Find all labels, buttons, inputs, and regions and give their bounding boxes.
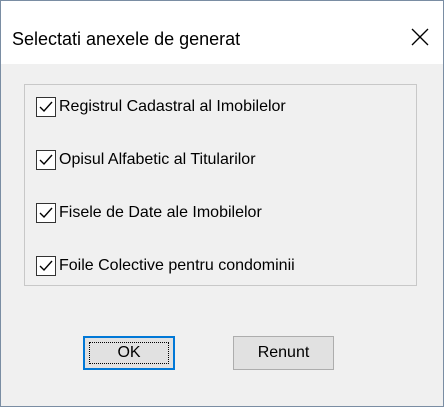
cancel-button[interactable]: Renunt [233, 336, 334, 370]
close-icon [411, 28, 429, 46]
ok-button-label: OK [117, 344, 141, 361]
checkbox-box[interactable] [36, 97, 56, 117]
checkmark-icon [39, 207, 53, 219]
checkbox-box[interactable] [36, 150, 56, 170]
checkmark-icon [39, 260, 53, 272]
ok-button[interactable]: OK [83, 336, 175, 370]
checkbox-box[interactable] [36, 203, 56, 223]
checkbox-foile-colective[interactable]: Foile Colective pentru condominii [36, 254, 295, 278]
checkbox-opisul-alfabetic[interactable]: Opisul Alfabetic al Titularilor [36, 148, 256, 172]
checkmark-icon [39, 101, 53, 113]
dialog-window: Selectati anexele de generat Registrul C… [0, 0, 444, 407]
checkbox-label[interactable]: Foile Colective pentru condominii [59, 256, 295, 276]
checkbox-fisele-de-date[interactable]: Fisele de Date ale Imobilelor [36, 201, 262, 225]
title-bar[interactable]: Selectati anexele de generat [1, 1, 443, 64]
checkmark-icon [39, 154, 53, 166]
checkbox-registrul-cadastral[interactable]: Registrul Cadastral al Imobilelor [36, 95, 286, 119]
checkbox-label[interactable]: Opisul Alfabetic al Titularilor [59, 150, 256, 170]
close-button[interactable] [397, 17, 443, 57]
checkbox-label[interactable]: Registrul Cadastral al Imobilelor [59, 97, 286, 117]
dialog-title: Selectati anexele de generat [12, 29, 241, 49]
cancel-button-label: Renunt [257, 344, 310, 361]
checkbox-label[interactable]: Fisele de Date ale Imobilelor [59, 203, 262, 223]
dialog-body: Registrul Cadastral al Imobilelor Opisul… [1, 64, 443, 406]
checkbox-box[interactable] [36, 256, 56, 276]
